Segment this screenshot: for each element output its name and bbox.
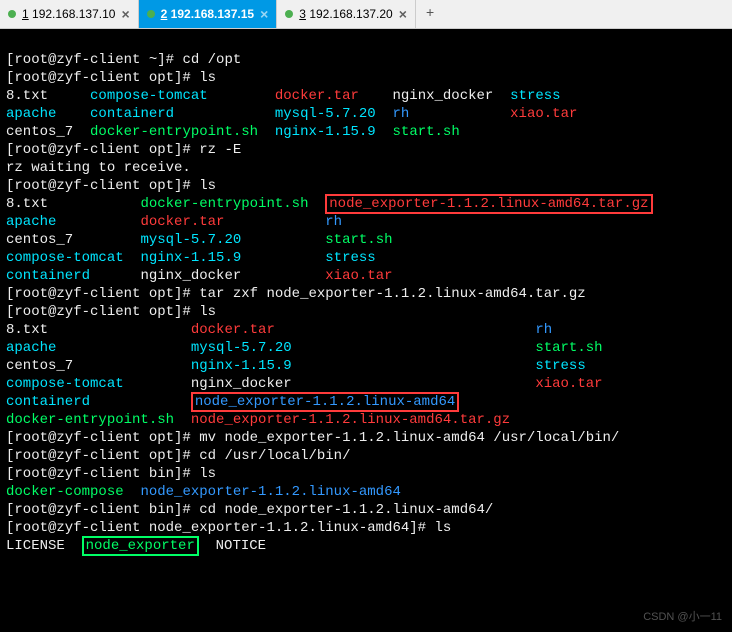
- file-exec: start.sh: [535, 340, 602, 356]
- file-dir: rh: [325, 214, 342, 230]
- file-link: stress: [325, 250, 375, 266]
- file-archive: docker.tar: [140, 214, 224, 230]
- prompt: [root@zyf-client node_exporter-1.1.2.lin…: [6, 520, 426, 536]
- file-archive: docker.tar: [275, 88, 359, 104]
- prompt: [root@zyf-client opt]#: [6, 304, 191, 320]
- close-icon[interactable]: ×: [399, 6, 407, 22]
- file-exec: docker-entrypoint.sh: [6, 412, 174, 428]
- prompt: [root@zyf-client opt]#: [6, 448, 191, 464]
- prompt: [root@zyf-client opt]#: [6, 142, 191, 158]
- prompt: [root@zyf-client opt]#: [6, 178, 191, 194]
- tab-2-ip: 192.168.137.15: [171, 7, 254, 21]
- status-dot-icon: [147, 10, 155, 18]
- close-icon[interactable]: ×: [260, 6, 268, 22]
- output: rz waiting to receive.: [6, 160, 191, 176]
- tab-bar: 1 192.168.137.10 × 2 192.168.137.15 × 3 19…: [0, 0, 732, 29]
- prompt: [root@zyf-client bin]#: [6, 466, 191, 482]
- file-link: mysql-5.7.20: [191, 340, 292, 356]
- file-exec: docker-entrypoint.sh: [140, 196, 308, 212]
- file-link: compose-tomcat: [6, 376, 124, 392]
- file: centos_7: [6, 232, 73, 248]
- prompt: [root@zyf-client ~]#: [6, 52, 174, 68]
- file: centos_7: [6, 358, 73, 374]
- file-link: containerd: [90, 106, 174, 122]
- file: 8.txt: [6, 88, 48, 104]
- file: centos_7: [6, 124, 73, 140]
- cmd: ls: [199, 466, 216, 482]
- file-link: containerd: [6, 268, 90, 284]
- file-link: stress: [535, 358, 585, 374]
- tab-1[interactable]: 1 192.168.137.10 ×: [0, 0, 139, 28]
- file-link: apache: [6, 106, 56, 122]
- file-archive: docker.tar: [191, 322, 275, 338]
- new-tab-button[interactable]: +: [416, 0, 444, 28]
- file-exec: start.sh: [325, 232, 392, 248]
- cmd: tar zxf node_exporter-1.1.2.linux-amd64.…: [199, 286, 585, 302]
- status-dot-icon: [285, 10, 293, 18]
- file-link: nginx-1.15.9: [191, 358, 292, 374]
- file-exec: docker-entrypoint.sh: [90, 124, 258, 140]
- prompt: [root@zyf-client opt]#: [6, 430, 191, 446]
- watermark: CSDN @小一11: [643, 608, 722, 626]
- terminal[interactable]: [root@zyf-client ~]# cd /opt [root@zyf-c…: [0, 29, 732, 632]
- file-link: compose-tomcat: [6, 250, 124, 266]
- file-link: compose-tomcat: [90, 88, 208, 104]
- file-link: mysql-5.7.20: [140, 232, 241, 248]
- cmd: cd /opt: [182, 52, 241, 68]
- file-highlighted: node_exporter: [86, 538, 195, 554]
- cmd: ls: [199, 70, 216, 86]
- tab-1-num: 1: [22, 7, 29, 21]
- cmd: mv node_exporter-1.1.2.linux-amd64 /usr/…: [199, 430, 619, 446]
- file-link: mysql-5.7.20: [275, 106, 376, 122]
- file-highlighted: node_exporter-1.1.2.linux-amd64.tar.gz: [329, 196, 648, 212]
- file-link: stress: [510, 88, 560, 104]
- file-link: containerd: [6, 394, 90, 410]
- file-dir: rh: [393, 106, 410, 122]
- cmd: cd /usr/local/bin/: [199, 448, 350, 464]
- file-archive: xiao.tar: [535, 376, 602, 392]
- file-link: nginx-1.15.9: [275, 124, 376, 140]
- file-highlighted: node_exporter-1.1.2.linux-amd64: [195, 394, 455, 410]
- cmd: cd node_exporter-1.1.2.linux-amd64/: [199, 502, 493, 518]
- tab-2-num: 2: [161, 7, 168, 21]
- tab-1-ip: 192.168.137.10: [32, 7, 115, 21]
- cmd: ls: [434, 520, 451, 536]
- file: 8.txt: [6, 322, 48, 338]
- file-archive: xiao.tar: [325, 268, 392, 284]
- file: NOTICE: [216, 538, 266, 554]
- file-archive: node_exporter-1.1.2.linux-amd64.tar.gz: [191, 412, 510, 428]
- file: nginx_docker: [191, 376, 292, 392]
- file-link: nginx-1.15.9: [140, 250, 241, 266]
- file-dir: node_exporter-1.1.2.linux-amd64: [140, 484, 400, 500]
- tab-3-num: 3: [299, 7, 306, 21]
- tab-3-ip: 192.168.137.20: [309, 7, 392, 21]
- prompt: [root@zyf-client bin]#: [6, 502, 191, 518]
- prompt: [root@zyf-client opt]#: [6, 286, 191, 302]
- close-icon[interactable]: ×: [121, 6, 129, 22]
- prompt: [root@zyf-client opt]#: [6, 70, 191, 86]
- file-exec: start.sh: [393, 124, 460, 140]
- cmd: ls: [199, 304, 216, 320]
- file-exec: docker-compose: [6, 484, 124, 500]
- file: 8.txt: [6, 196, 48, 212]
- status-dot-icon: [8, 10, 16, 18]
- file: LICENSE: [6, 538, 65, 554]
- tab-2[interactable]: 2 192.168.137.15 ×: [139, 0, 278, 28]
- file-link: apache: [6, 214, 56, 230]
- file: nginx_docker: [140, 268, 241, 284]
- file-dir: rh: [535, 322, 552, 338]
- file-link: apache: [6, 340, 56, 356]
- cmd: ls: [199, 178, 216, 194]
- tab-3[interactable]: 3 192.168.137.20 ×: [277, 0, 416, 28]
- file-archive: xiao.tar: [510, 106, 577, 122]
- cmd: rz -E: [199, 142, 241, 158]
- file: nginx_docker: [393, 88, 494, 104]
